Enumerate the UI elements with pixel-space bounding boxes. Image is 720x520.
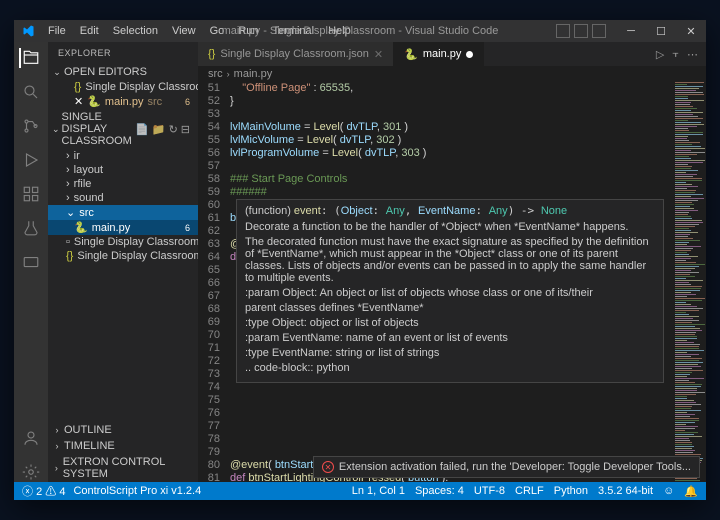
new-file-icon[interactable]: 📄 bbox=[135, 123, 149, 136]
debug-icon[interactable] bbox=[21, 150, 41, 170]
explorer-icon[interactable] bbox=[19, 48, 41, 68]
new-folder-icon[interactable]: 📁 bbox=[152, 123, 166, 136]
close-button[interactable]: ✕ bbox=[676, 20, 706, 42]
tree-item[interactable]: {} Single Display Classroom.json bbox=[48, 249, 198, 263]
sidebar: EXPLORER ⌄OPEN EDITORS {} Single Display… bbox=[48, 42, 198, 482]
layout-panel-icon[interactable] bbox=[556, 24, 570, 38]
code-editor[interactable]: 51 "Offline Page" : 65535,52}5354lvlMain… bbox=[198, 82, 672, 482]
vscode-logo-icon bbox=[20, 23, 36, 39]
extensions-icon[interactable] bbox=[21, 184, 41, 204]
hover-signature: (function) event: (Object: Any, EventNam… bbox=[245, 205, 655, 217]
split-icon[interactable]: ⫟ bbox=[672, 48, 679, 61]
close-icon[interactable]: ✕ bbox=[374, 48, 383, 61]
app-window: FileEditSelectionViewGoRunTerminalHelp m… bbox=[14, 20, 706, 500]
minimize-button[interactable]: ─ bbox=[616, 20, 646, 42]
settings-icon[interactable] bbox=[21, 462, 41, 482]
chevron-down-icon: ⌄ bbox=[52, 67, 62, 78]
testing-icon[interactable] bbox=[21, 218, 41, 238]
workspace-section[interactable]: ⌄SINGLE DISPLAY CLASSROOM 📄 📁 ↻ ⊟ bbox=[48, 109, 198, 149]
refresh-icon[interactable]: ↻ bbox=[169, 123, 178, 136]
editor-area: {} Single Display Classroom.json ✕🐍 main… bbox=[198, 42, 706, 482]
code-line[interactable]: 56lvlProgramVolume = Level( dvTLP, 303 ) bbox=[202, 147, 672, 160]
status-product[interactable]: ControlScript Pro xi v1.2.4 bbox=[73, 485, 201, 497]
layout-sidebar-icon[interactable] bbox=[574, 24, 588, 38]
menu-selection[interactable]: Selection bbox=[107, 23, 164, 39]
code-line[interactable]: 75 bbox=[202, 394, 672, 407]
code-line[interactable]: 57 bbox=[202, 160, 672, 173]
run-icon[interactable]: ▷ bbox=[656, 48, 664, 61]
tree-item[interactable]: › rfile bbox=[48, 177, 198, 191]
chevron-down-icon: ⌄ bbox=[52, 124, 60, 135]
tab-bar: {} Single Display Classroom.json ✕🐍 main… bbox=[198, 42, 706, 66]
status-eol[interactable]: CRLF bbox=[515, 485, 544, 497]
titlebar: FileEditSelectionViewGoRunTerminalHelp m… bbox=[14, 20, 706, 42]
code-line[interactable]: 78 bbox=[202, 433, 672, 446]
code-line[interactable]: 77 bbox=[202, 420, 672, 433]
window-title: main.py - Single Display Classroom - Vis… bbox=[222, 25, 499, 37]
window-controls: ─ ☐ ✕ bbox=[556, 20, 706, 42]
code-line[interactable]: 53 bbox=[202, 108, 672, 121]
account-icon[interactable] bbox=[21, 428, 41, 448]
search-icon[interactable] bbox=[21, 82, 41, 102]
error-icon: ✕ bbox=[322, 461, 334, 473]
code-line[interactable]: 58### Start Page Controls bbox=[202, 173, 672, 186]
maximize-button[interactable]: ☐ bbox=[646, 20, 676, 42]
tab[interactable]: {} Single Display Classroom.json ✕ bbox=[198, 42, 394, 66]
status-spaces[interactable]: Spaces: 4 bbox=[415, 485, 464, 497]
code-line[interactable]: 54lvlMainVolume = Level( dvTLP, 301 ) bbox=[202, 121, 672, 134]
open-editors-section[interactable]: ⌄OPEN EDITORS bbox=[48, 64, 198, 80]
section-outline[interactable]: ›OUTLINE bbox=[48, 422, 198, 438]
open-editor-item[interactable]: {} Single Display Classroom.json bbox=[48, 80, 198, 94]
section-extron-control-system[interactable]: ›EXTRON CONTROL SYSTEM bbox=[48, 454, 198, 482]
code-line[interactable]: 76 bbox=[202, 407, 672, 420]
status-lang[interactable]: Python bbox=[554, 485, 588, 497]
extron-icon[interactable] bbox=[21, 252, 41, 272]
code-line[interactable]: 59###### bbox=[202, 186, 672, 199]
breadcrumb[interactable]: src › main.py bbox=[198, 66, 706, 82]
status-position[interactable]: Ln 1, Col 1 bbox=[352, 485, 405, 497]
source-control-icon[interactable] bbox=[21, 116, 41, 136]
code-line[interactable]: 55lvlMicVolume = Level( dvTLP, 302 ) bbox=[202, 134, 672, 147]
layout-right-icon[interactable] bbox=[592, 24, 606, 38]
menu-edit[interactable]: Edit bbox=[74, 23, 105, 39]
open-editor-item[interactable]: ✕ 🐍 main.py src6 bbox=[48, 94, 198, 109]
status-version[interactable]: 3.5.2 64-bit bbox=[598, 485, 653, 497]
dirty-indicator bbox=[466, 51, 473, 58]
explorer-header: EXPLORER bbox=[48, 42, 198, 64]
tree-item[interactable]: › sound bbox=[48, 191, 198, 205]
tree-item[interactable]: ▫ Single Display Classroom.dat bbox=[48, 235, 198, 249]
status-bar: ⓧ 2 ⚠ 4 ControlScript Pro xi v1.2.4 Ln 1… bbox=[14, 482, 706, 500]
menu-view[interactable]: View bbox=[166, 23, 202, 39]
status-encoding[interactable]: UTF-8 bbox=[474, 485, 505, 497]
activity-bar bbox=[14, 42, 48, 482]
code-line[interactable]: 52} bbox=[202, 95, 672, 108]
menu-file[interactable]: File bbox=[42, 23, 72, 39]
tree-item[interactable]: 🐍 main.py6 bbox=[48, 220, 198, 235]
minimap[interactable] bbox=[672, 82, 706, 482]
status-bell-icon[interactable]: 🔔 bbox=[684, 485, 698, 498]
tree-item[interactable]: › layout bbox=[48, 163, 198, 177]
tree-item[interactable]: ⌄ src bbox=[48, 205, 198, 220]
tab[interactable]: 🐍 main.py bbox=[394, 42, 484, 66]
more-icon[interactable]: ⋯ bbox=[687, 48, 698, 61]
section-timeline[interactable]: ›TIMELINE bbox=[48, 438, 198, 454]
status-errors[interactable]: ⓧ 2 ⚠ 4 bbox=[22, 483, 65, 499]
notification-text: Extension activation failed, run the 'De… bbox=[339, 461, 691, 473]
tree-item[interactable]: › ir bbox=[48, 149, 198, 163]
hover-tooltip: (function) event: (Object: Any, EventNam… bbox=[236, 199, 664, 383]
code-line[interactable]: 51 "Offline Page" : 65535, bbox=[202, 82, 672, 95]
workspace-actions: 📄 📁 ↻ ⊟ bbox=[135, 123, 194, 136]
notification-toast[interactable]: ✕ Extension activation failed, run the '… bbox=[313, 456, 700, 478]
collapse-icon[interactable]: ⊟ bbox=[181, 123, 190, 136]
status-feedback-icon[interactable]: ☺ bbox=[663, 485, 674, 497]
